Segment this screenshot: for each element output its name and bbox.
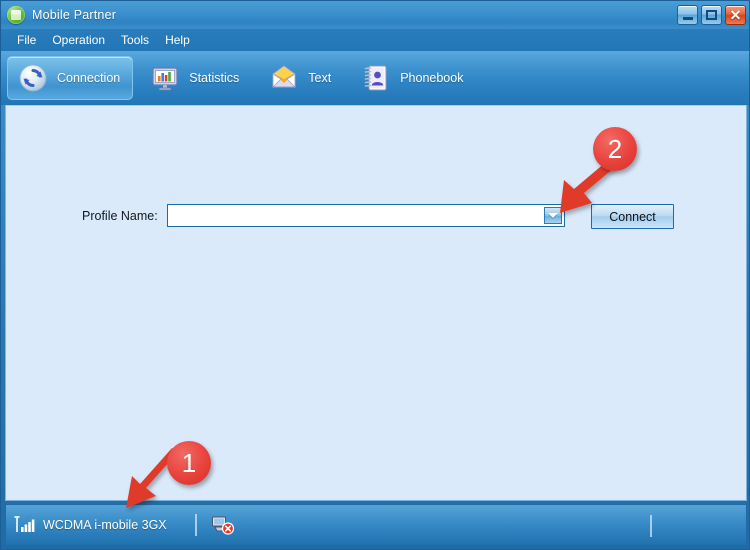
status-bar-network-label: WCDMA i-mobile 3GX [43,518,167,532]
toolbar-item-connection[interactable]: Connection [7,56,134,100]
menu-item-operation[interactable]: Operation [44,31,113,49]
connect-button[interactable]: Connect [591,204,674,229]
envelope-icon [269,63,299,93]
menu-item-tools[interactable]: Tools [113,31,157,49]
status-bar: WCDMA i-mobile 3GX [5,504,747,546]
network-disconnected-icon[interactable] [211,514,235,536]
main-toolbar: Connection Statistics Text Phonebook [1,51,749,105]
signal-bars-icon [13,514,37,536]
monitor-chart-icon [150,63,180,93]
notebook-contact-icon [361,63,391,93]
window-title: Mobile Partner [32,8,117,22]
minimize-icon [683,17,693,20]
maximize-icon [706,10,717,20]
toolbar-item-phonebook[interactable]: Phonebook [350,56,476,100]
toolbar-label-connection: Connection [57,71,121,85]
close-icon: ✕ [729,7,742,23]
profile-name-input[interactable] [167,205,564,226]
annotation-badge-2: 2 [593,127,637,171]
profile-name-combobox[interactable] [166,204,565,227]
toolbar-label-statistics: Statistics [189,71,240,85]
toolbar-item-text[interactable]: Text [258,56,344,100]
toolbar-item-statistics[interactable]: Statistics [139,56,252,100]
window-controls: ✕ [677,5,746,25]
content-panel: Profile Name: Connect [5,105,747,501]
toolbar-label-phonebook: Phonebook [400,71,464,85]
menu-item-help[interactable]: Help [157,31,198,49]
annotation-badge-1: 1 [167,441,211,485]
chevron-down-icon [547,213,558,218]
menu-bar: File Operation Tools Help [1,29,749,51]
title-bar: Mobile Partner ✕ [1,1,749,29]
mobile-partner-icon [7,6,25,24]
application-window: Mobile Partner ✕ File Operation Tools He… [0,0,750,550]
status-separator-right [650,515,652,537]
toolbar-label-text: Text [308,71,332,85]
minimize-button[interactable] [677,5,698,25]
menu-item-file[interactable]: File [9,31,44,49]
close-button[interactable]: ✕ [725,5,746,25]
profile-dropdown-arrow[interactable] [543,207,562,224]
profile-name-label: Profile Name: [82,208,158,223]
status-separator [194,514,197,536]
maximize-button[interactable] [701,5,722,25]
sync-circle-icon [18,63,48,93]
window-frame: Mobile Partner ✕ File Operation Tools He… [0,0,750,550]
profile-name-row: Profile Name: [82,204,565,227]
